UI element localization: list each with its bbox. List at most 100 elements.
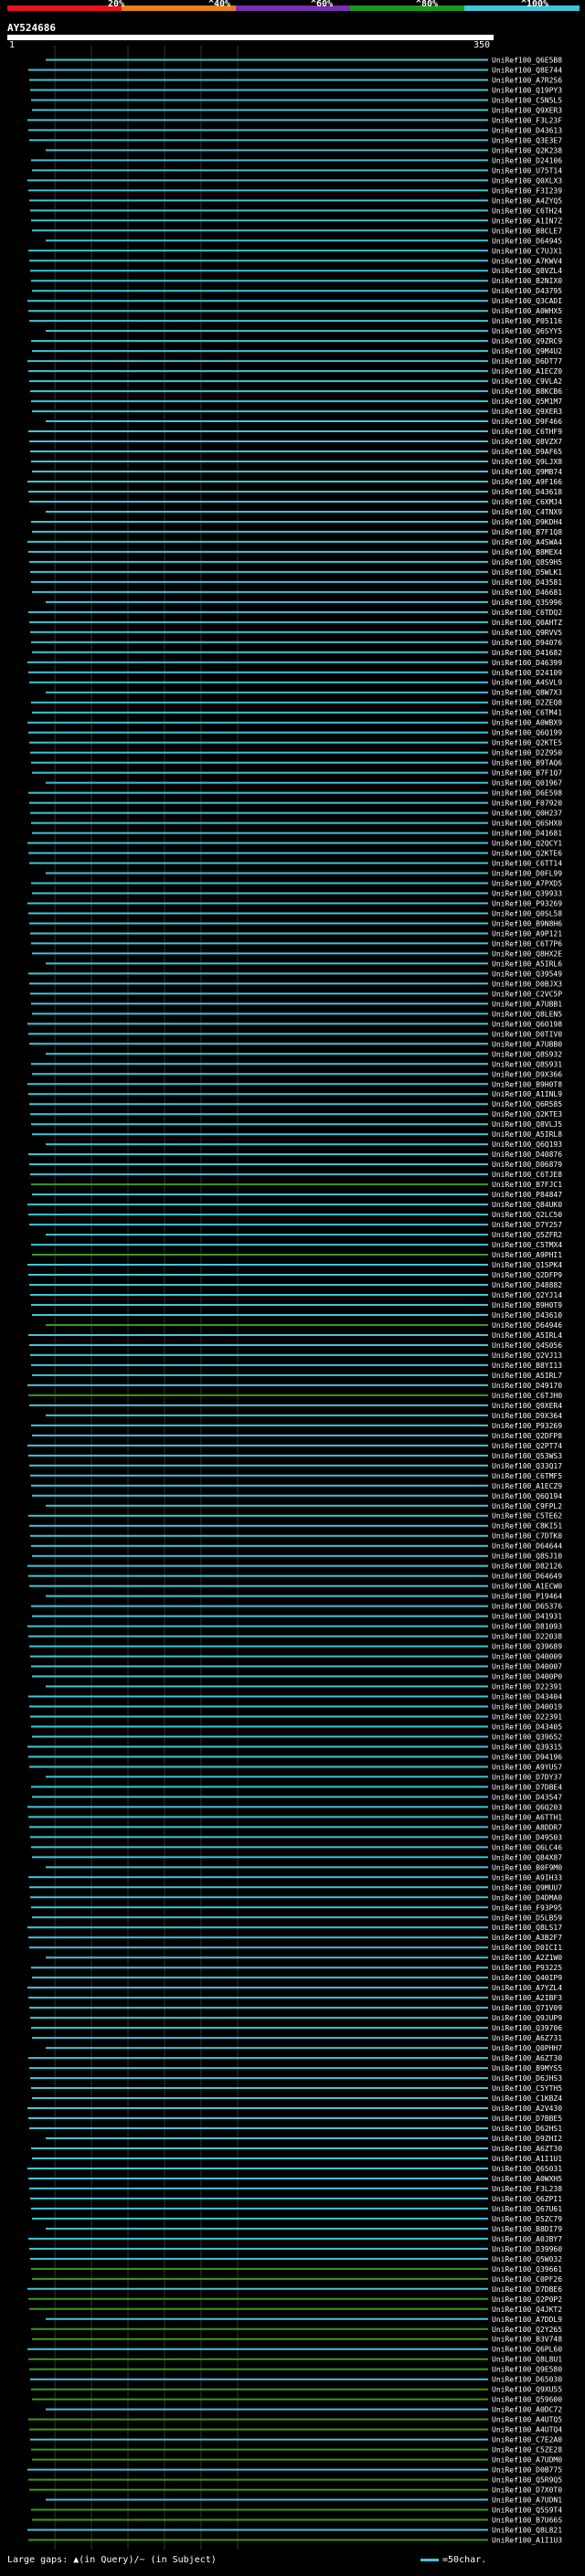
hit-id-label: UniRef100_Q9XU55 (492, 2386, 562, 2394)
hit-id-label: UniRef100_Q9RVV5 (492, 629, 562, 637)
hit-id-label: UniRef100_C7E2A0 (492, 2436, 562, 2444)
hit-id-label: UniRef100_Q39549 (492, 970, 562, 978)
hit-id-label: UniRef100_D5ZC79 (492, 2215, 562, 2223)
hit-id-label: UniRef100_B9N8H6 (492, 919, 562, 928)
hit-id-label: UniRef100_Q2YJ14 (492, 1291, 562, 1299)
hit-id-label: UniRef100_D62HS1 (492, 2125, 562, 2133)
hit-id-label: UniRef100_A7UBB1 (492, 1000, 562, 1008)
hit-id-label: UniRef100_C6TM41 (492, 709, 562, 717)
hit-id-label: UniRef100_A6ZT30 (492, 2145, 562, 2153)
hit-id-label: UniRef100_D49170 (492, 1382, 562, 1390)
hit-id-label: UniRef100_Q5ZFR2 (492, 1231, 562, 1239)
hit-id-label: UniRef100_Q39706 (492, 2024, 562, 2032)
hit-id-label: UniRef100_D9X364 (492, 1412, 562, 1420)
hit-id-label: UniRef100_D7Y257 (492, 1221, 562, 1229)
hit-id-label: UniRef100_Q59600 (492, 2396, 562, 2404)
hit-id-label: UniRef100_B3V748 (492, 2336, 562, 2344)
hit-id-label: UniRef100_D64946 (492, 1321, 562, 1330)
hit-id-label: UniRef100_D5LB59 (492, 1913, 562, 1922)
hit-id-label: UniRef100_C5YTH5 (492, 2084, 562, 2093)
hit-id-label: UniRef100_D43404 (492, 1693, 562, 1701)
hit-id-label: UniRef100_Q9ZRC9 (492, 337, 562, 345)
hit-id-label: UniRef100_Q9XER3 (492, 106, 562, 114)
hit-id-label: UniRef100_B9TAQ6 (492, 759, 562, 768)
hit-id-label: UniRef100_D65376 (492, 1603, 562, 1611)
hit-id-label: UniRef100_Q39652 (492, 1733, 562, 1741)
hit-id-label: UniRef100_B8CLE7 (492, 227, 562, 235)
hit-id-label: UniRef100_D0FL99 (492, 870, 562, 878)
hit-id-label: UniRef100_D64649 (492, 1573, 562, 1581)
hit-id-label: UniRef100_D94196 (492, 1753, 562, 1761)
hit-id-label: UniRef100_B2NIX0 (492, 277, 562, 285)
hit-id-label: UniRef100_Q65031 (492, 2165, 562, 2173)
hit-id-label: UniRef100_B7FJC1 (492, 1181, 562, 1189)
hit-id-label: UniRef100_A5IRL8 (492, 1130, 562, 1139)
hit-id-label: UniRef100_Q6E5B8 (492, 56, 562, 64)
hit-id-label: UniRef100_C5ZE28 (492, 2446, 562, 2454)
hit-id-label: UniRef100_A4SVL9 (492, 679, 562, 687)
hit-id-label: UniRef100_Q0H237 (492, 810, 562, 818)
hit-id-label: UniRef100_B7U66S (492, 2517, 562, 2525)
hit-id-label: UniRef100_A4SWA4 (492, 538, 562, 546)
hit-id-label: UniRef100_A6TTH1 (492, 1813, 562, 1821)
hit-id-label: UniRef100_C6TJH0 (492, 1392, 562, 1400)
hit-id-label: UniRef100_Q6O198 (492, 1020, 562, 1028)
hit-id-label: UniRef100_Q5M1M7 (492, 398, 562, 406)
hit-id-label: UniRef100_Q9LJX8 (492, 458, 562, 466)
hit-id-label: UniRef100_Q8S932 (492, 1050, 562, 1058)
hit-id-label: UniRef100_C9FPL2 (492, 1502, 562, 1511)
hit-id-label: UniRef100_Q67U61 (492, 2205, 562, 2213)
hit-id-label: UniRef100_Q5W032 (492, 2255, 562, 2263)
hit-id-label: UniRef100_Q2KTE5 (492, 739, 562, 747)
hit-id-label: UniRef100_Q2PT74 (492, 1442, 562, 1450)
hit-id-label: UniRef100_Q53WS3 (492, 1452, 562, 1460)
hit-id-label: UniRef100_Q8E744 (492, 66, 562, 74)
hit-id-label: UniRef100_P93269 (492, 1422, 562, 1430)
hit-id-label: UniRef100_Q5S9T4 (492, 2507, 562, 2515)
hit-id-label: UniRef100_Q6SHX0 (492, 820, 562, 828)
hit-id-label: UniRef100_Q8W7X3 (492, 689, 562, 697)
hit-id-label: UniRef100_C7DTK0 (492, 1532, 562, 1541)
hit-id-label: UniRef100_B8DI79 (492, 2225, 562, 2233)
hit-id-label: UniRef100_Q39315 (492, 1743, 562, 1751)
hit-id-label: UniRef100_B9H0T9 (492, 1301, 562, 1309)
hit-id-label: UniRef100_B7F1Q7 (492, 769, 562, 778)
hit-id-label: UniRef100_D41682 (492, 649, 562, 657)
hit-id-label: UniRef100_Q8LS17 (492, 1924, 562, 1932)
hit-id-label: UniRef100_U75T14 (492, 166, 562, 175)
hit-id-label: UniRef100_Q3S996 (492, 599, 562, 607)
hit-id-label: UniRef100_D82126 (492, 1563, 562, 1571)
hit-id-label: UniRef100_Q0PHH7 (492, 2044, 562, 2052)
hit-id-label: UniRef100_F3L238 (492, 2185, 562, 2193)
hit-id-label: UniRef100_C6T7P6 (492, 939, 562, 948)
hit-id-label: UniRef100_D9AF65 (492, 448, 562, 456)
hit-id-label: UniRef100_Q8L821 (492, 2527, 562, 2535)
hit-id-label: UniRef100_A2V430 (492, 2104, 562, 2113)
hit-id-label: UniRef100_A0WHX5 (492, 307, 562, 315)
hit-id-label: UniRef100_A1IN7Z (492, 217, 562, 225)
hit-id-label: UniRef100_Q6R585 (492, 1100, 562, 1108)
hit-id-label: UniRef100_D4DMA0 (492, 1893, 562, 1902)
hit-id-label: UniRef100_A5IRL6 (492, 959, 562, 968)
hit-id-label: UniRef100_Q9M4U2 (492, 347, 562, 355)
hit-id-label: UniRef100_Q8VLJ5 (492, 1120, 562, 1129)
hit-id-label: UniRef100_Q3E3E7 (492, 136, 562, 144)
hit-id-label: UniRef100_D43618 (492, 488, 562, 496)
hit-id-label: UniRef100_Q1SPK4 (492, 1261, 562, 1269)
hit-id-label: UniRef100_D24106 (492, 156, 562, 164)
hit-id-label: UniRef100_C6TMF5 (492, 1472, 562, 1480)
hit-id-label: UniRef100_D6E598 (492, 790, 562, 798)
hit-id-label: UniRef100_D40007 (492, 1663, 562, 1671)
hit-id-label: UniRef100_A7UBB0 (492, 1040, 562, 1048)
hit-id-label: UniRef100_A1INL9 (492, 1090, 562, 1098)
hit-id-label: UniRef100_Q2K238 (492, 146, 562, 154)
hit-id-label: UniRef100_D6JHS3 (492, 2074, 562, 2083)
hit-id-label: UniRef100_Q2Y265 (492, 2326, 562, 2334)
hit-id-label: UniRef100_D0B775 (492, 2466, 562, 2475)
hit-id-label: UniRef100_Q9XER4 (492, 1402, 562, 1410)
hit-id-label: UniRef100_D46399 (492, 659, 562, 667)
hit-id-label: UniRef100_A7DDL9 (492, 2316, 562, 2324)
hit-id-label: UniRef100_Q8LEN5 (492, 1010, 562, 1018)
hit-id-label: UniRef100_C6XMJ4 (492, 498, 562, 506)
hit-id-label: UniRef100_Q84X87 (492, 1853, 562, 1861)
